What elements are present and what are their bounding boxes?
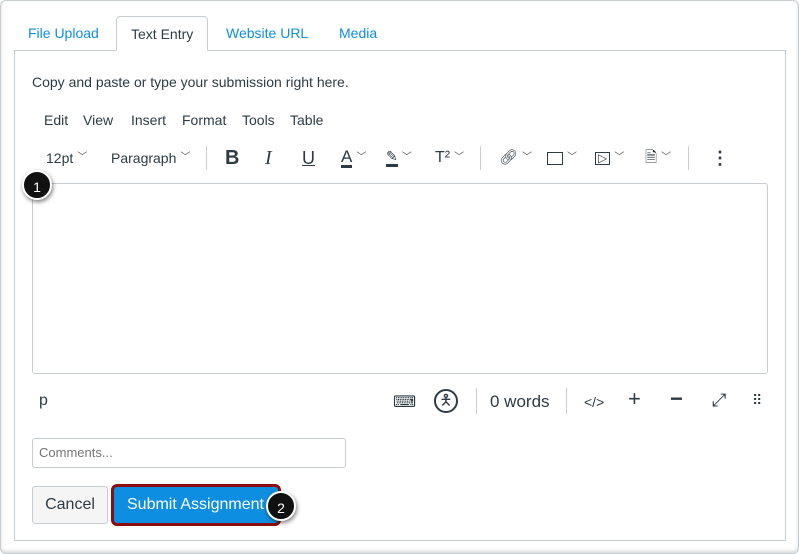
underline-button[interactable]: U [302,148,315,168]
superscript-icon: T² [435,149,451,166]
menu-format[interactable]: Format [182,112,226,128]
bold-button[interactable]: B [225,148,239,168]
minus-icon[interactable]: − [670,386,683,412]
callout-badge-1: 1 [22,170,52,200]
menu-edit[interactable]: Edit [44,112,68,128]
divider [688,146,689,170]
image-button[interactable]: ﹀ [547,148,577,168]
word-count[interactable]: 0 words [490,392,550,412]
menu-table[interactable]: Table [290,112,323,128]
comments-input[interactable] [32,438,346,468]
cancel-button[interactable]: Cancel [32,486,108,524]
link-button[interactable]: 🔗︎ ﹀ [499,148,532,168]
html-editor-toggle[interactable]: </> [584,394,604,410]
highlighter-icon: ✎ [386,149,398,167]
tab-text-entry[interactable]: Text Entry [116,16,209,51]
block-format-value: Paragraph [111,150,177,166]
rich-text-editor-area[interactable] [32,183,768,374]
font-color-icon: A [341,147,353,168]
tab-media[interactable]: Media [339,16,377,51]
image-icon [547,151,563,165]
callout-badge-2: 2 [266,491,296,521]
instructions-text: Copy and paste or type your submission r… [32,74,349,90]
link-icon: 🔗︎ [499,149,519,166]
menu-insert[interactable]: Insert [131,112,166,128]
highlight-button[interactable]: ✎ ﹀ [386,148,412,168]
font-size-value: 12pt [46,150,74,166]
chevron-down-icon: ﹀ [356,152,367,163]
menu-view[interactable]: View [83,112,113,128]
font-color-button[interactable]: A ﹀ [341,148,366,168]
block-format-dropdown[interactable]: Paragraph ﹀ [111,148,190,168]
fullscreen-icon[interactable]: ⤢ [712,390,726,411]
element-path[interactable]: p [39,392,48,410]
divider [566,388,567,414]
tab-file-upload[interactable]: File Upload [28,16,99,51]
document-icon: 🗎︎ [645,149,658,166]
font-size-dropdown[interactable]: 12pt ﹀ [46,148,87,168]
chevron-down-icon: ﹀ [401,152,412,163]
plus-icon[interactable]: + [628,386,641,412]
tab-website-url[interactable]: Website URL [226,16,308,51]
chevron-down-icon: ﹀ [567,152,577,163]
menu-tools[interactable]: Tools [242,112,275,128]
italic-button[interactable]: I [265,148,272,168]
chevron-down-icon: ﹀ [522,152,533,163]
chevron-down-icon: ﹀ [180,152,191,163]
accessibility-icon[interactable]: 🯅 [434,389,458,413]
divider [480,146,481,170]
media-icon: ▷ [595,151,611,165]
submit-assignment-button[interactable]: Submit Assignment [111,484,281,526]
superscript-button[interactable]: T² ﹀ [435,148,464,168]
resize-handle-icon[interactable]: ⠿ [752,392,762,409]
chevron-down-icon: ﹀ [454,152,465,163]
more-options-button[interactable]: ⋮ [711,148,729,168]
media-button[interactable]: ▷ ﹀ [595,148,624,168]
divider [476,388,477,414]
chevron-down-icon: ﹀ [77,152,88,163]
document-button[interactable]: 🗎︎ ﹀ [645,148,671,168]
chevron-down-icon: ﹀ [614,152,625,163]
chevron-down-icon: ﹀ [661,152,672,163]
keyboard-icon[interactable]: ⌨ [393,392,416,412]
divider [206,146,207,170]
